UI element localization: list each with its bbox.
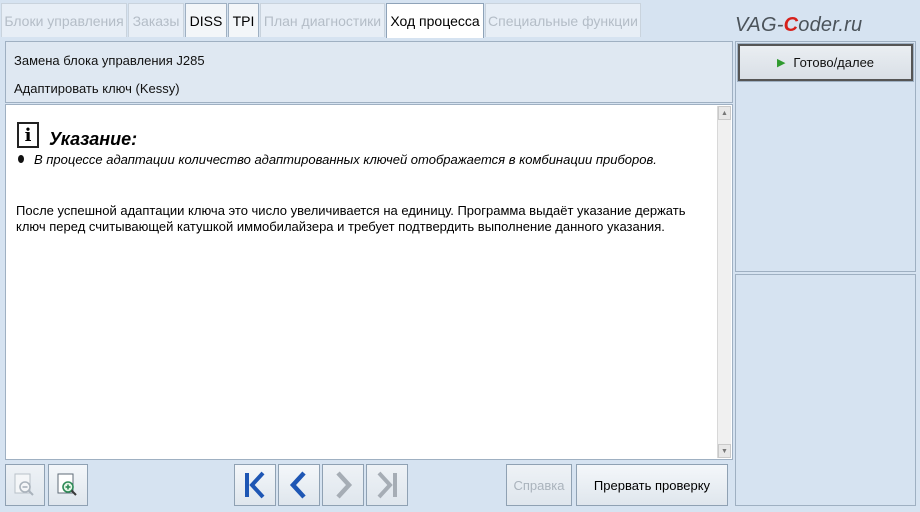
tab-orders[interactable]: Заказы [128,3,184,37]
last-page-icon [377,471,397,499]
instruction-panel: i Указание: В процессе адаптации количес… [5,104,733,460]
side-action-panel: ▶ Готово/далее [735,41,916,272]
process-header: Замена блока управления J285 Адаптироват… [5,41,733,103]
scroll-down-button[interactable]: ▼ [718,444,731,458]
note-title: Указание: [49,129,138,149]
done-next-label: Готово/далее [793,55,875,70]
info-icon: i [17,122,39,148]
abort-test-button[interactable]: Прервать проверку [576,464,728,506]
first-page-button[interactable] [234,464,276,506]
watermark-accent: C [783,14,799,36]
watermark-prefix: VAG- [735,14,784,36]
next-button[interactable] [322,464,364,506]
instruction-paragraph: После успешной адаптации ключа это число… [16,203,686,234]
previous-button[interactable] [278,464,320,506]
step-title: Адаптировать ключ (Kessy) [14,81,180,96]
tab-diss[interactable]: DISS [185,3,227,37]
tab-bar: Блоки управления Заказы DISS TPI План ди… [0,0,920,38]
zoom-out-button[interactable] [5,464,45,506]
tab-control-units[interactable]: Блоки управления [1,3,127,37]
previous-icon [289,471,306,499]
tab-tpi[interactable]: TPI [228,3,259,37]
scroll-up-button[interactable]: ▲ [718,106,731,120]
zoom-in-icon [57,473,77,496]
procedure-title: Замена блока управления J285 [14,53,205,68]
help-button[interactable]: Справка [506,464,572,506]
last-page-button[interactable] [366,464,408,506]
vertical-scrollbar[interactable]: ▲ ▼ [717,106,731,458]
watermark-suffix: oder.ru [798,14,863,36]
tab-special-functions[interactable]: Специальные функции [485,3,641,37]
side-empty-panel [735,274,916,506]
site-watermark: VAG-Coder.ru [735,14,862,37]
zoom-out-icon [14,473,34,496]
tab-diagnostic-plan[interactable]: План диагностики [260,3,385,37]
first-page-icon [245,471,265,499]
tab-process[interactable]: Ход процесса [386,3,484,38]
done-next-button[interactable]: ▶ Готово/далее [737,43,914,82]
note-bullet-text: В процессе адаптации количество адаптиро… [34,152,657,167]
play-icon: ▶ [776,57,786,69]
next-icon [336,471,353,499]
zoom-in-button[interactable] [48,464,88,506]
